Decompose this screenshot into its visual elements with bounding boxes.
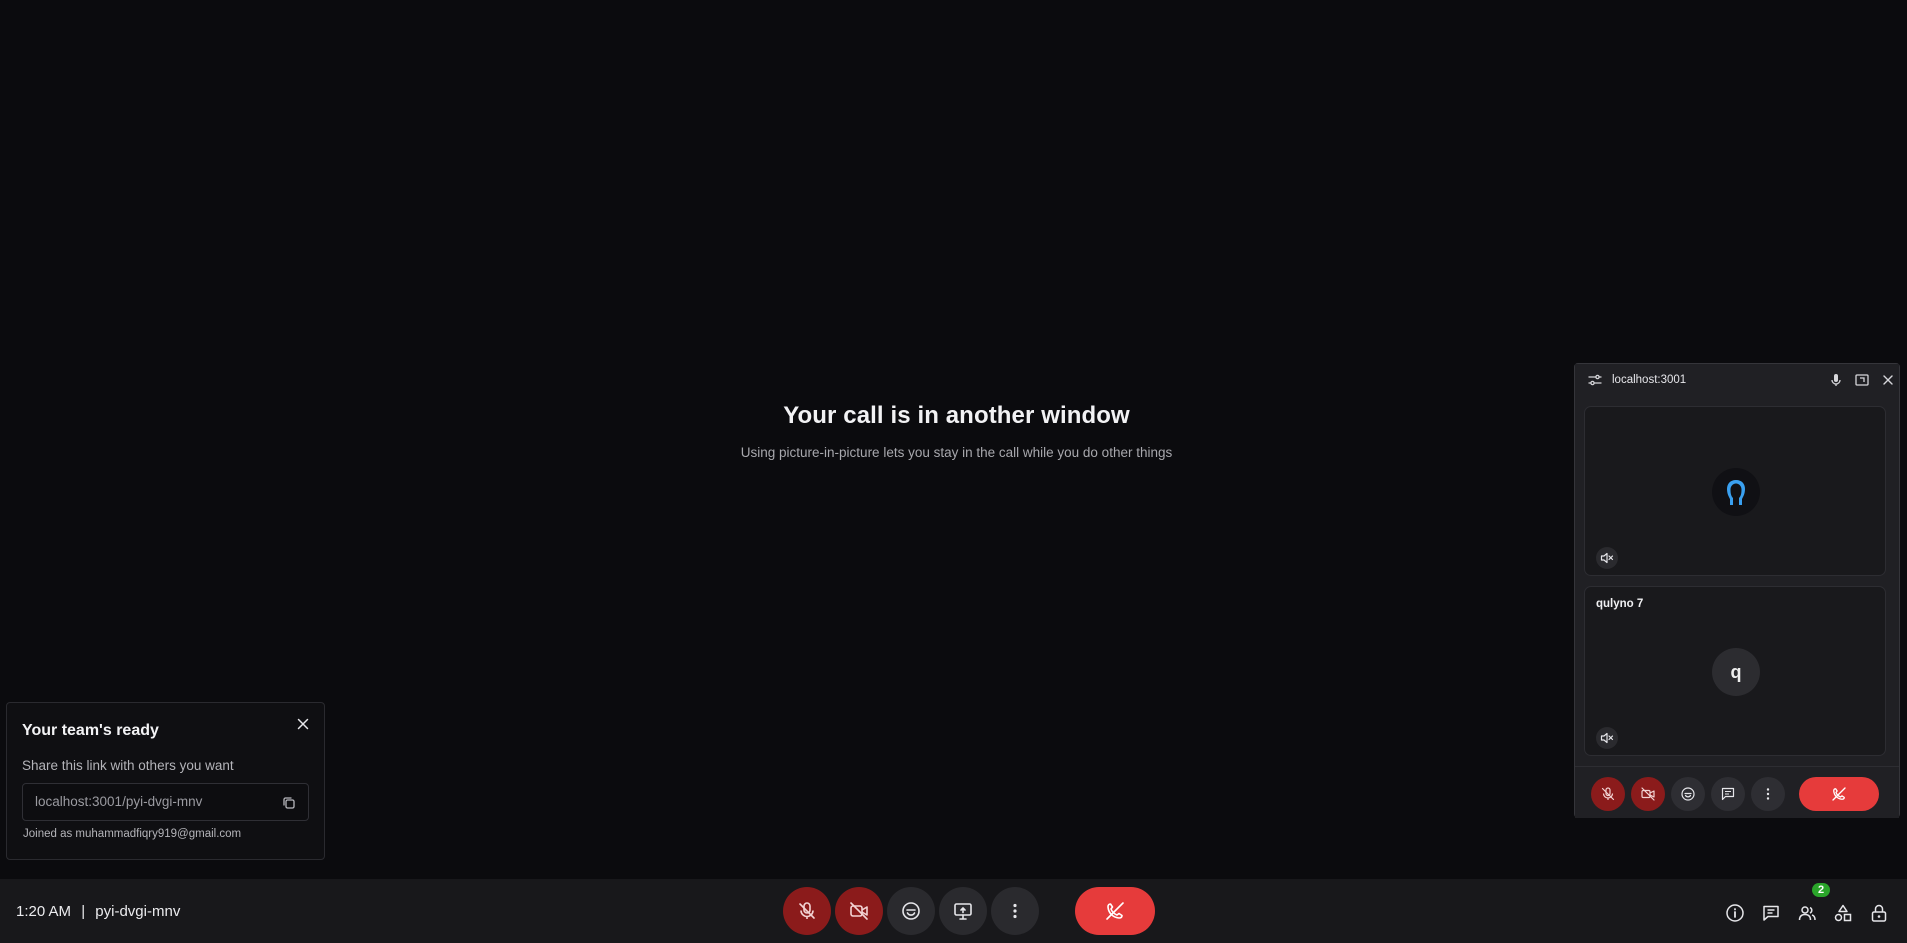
reactions-button[interactable]	[887, 887, 935, 935]
present-screen-icon	[954, 903, 972, 920]
user-avatar-icon	[1727, 480, 1745, 505]
more-options-button[interactable]	[991, 887, 1039, 935]
mic-off-icon	[799, 902, 815, 919]
info-icon[interactable]	[1725, 903, 1745, 923]
mic-toggle-button[interactable]	[783, 887, 831, 935]
pip-reactions-button[interactable]	[1671, 777, 1705, 811]
participants-count-badge: 2	[1812, 883, 1830, 897]
meeting-link-field[interactable]: localhost:3001/pyi-dvgi-mnv	[22, 783, 309, 821]
lock-icon[interactable]	[1869, 903, 1889, 923]
leave-call-button[interactable]	[1075, 887, 1155, 935]
pip-chat-button[interactable]	[1711, 777, 1745, 811]
joined-as-text: Joined as muhammadfiqry919@gmail.com	[23, 828, 242, 840]
close-icon[interactable]	[294, 715, 312, 733]
meeting-link-text: localhost:3001/pyi-dvgi-mnv	[35, 794, 203, 809]
muted-audio-button[interactable]	[1596, 727, 1618, 749]
site-settings-icon[interactable]	[1587, 372, 1603, 388]
pip-mic-toggle-button[interactable]	[1591, 777, 1625, 811]
current-time: 1:20 AM	[16, 903, 72, 920]
emoji-icon	[1681, 787, 1695, 801]
avatar: q	[1712, 648, 1760, 696]
participant-tile	[1584, 406, 1886, 576]
info-separator: |	[81, 903, 86, 920]
volume-off-icon	[1600, 552, 1614, 564]
team-ready-title: Your team's ready	[22, 722, 159, 739]
chat-icon	[1721, 787, 1735, 801]
pip-camera-toggle-button[interactable]	[1631, 777, 1665, 811]
copy-icon[interactable]	[280, 794, 298, 812]
emoji-icon	[902, 902, 920, 920]
pip-controls	[1575, 766, 1899, 818]
pip-leave-call-button[interactable]	[1799, 777, 1879, 811]
camera-off-icon	[1641, 787, 1655, 801]
meeting-screen: Your call is in another window Using pic…	[0, 0, 1907, 943]
activities-icon[interactable]	[1833, 903, 1853, 923]
pip-title: localhost:3001	[1612, 374, 1687, 386]
chat-icon[interactable]	[1761, 903, 1781, 923]
pip-more-options-button[interactable]	[1751, 777, 1785, 811]
volume-off-icon	[1600, 732, 1614, 744]
call-controls	[783, 887, 1155, 935]
meeting-info: 1:20 AM | pyi-dvgi-mnv	[16, 903, 180, 920]
meeting-code: pyi-dvgi-mnv	[95, 903, 181, 920]
end-call-icon	[1106, 902, 1124, 920]
participant-name: qulyno 7	[1596, 598, 1644, 610]
people-icon[interactable]	[1797, 903, 1817, 923]
mic-off-icon	[1601, 787, 1615, 801]
end-call-icon	[1832, 787, 1846, 801]
pip-titlebar: localhost:3001	[1575, 364, 1899, 396]
mic-icon[interactable]	[1828, 372, 1844, 388]
team-ready-card: Your team's ready Share this link with o…	[6, 702, 325, 860]
pip-window: localhost:3001 qulyno 7 q	[1574, 363, 1900, 818]
more-vert-icon	[1766, 788, 1770, 800]
camera-toggle-button[interactable]	[835, 887, 883, 935]
avatar	[1712, 468, 1760, 516]
participant-tile: qulyno 7 q	[1584, 586, 1886, 756]
more-vert-icon	[1013, 903, 1017, 919]
present-screen-button[interactable]	[939, 887, 987, 935]
close-icon[interactable]	[1880, 372, 1896, 388]
bottom-control-bar: 1:20 AM | pyi-dvgi-mnv 2	[0, 879, 1907, 943]
back-to-tab-icon[interactable]	[1854, 372, 1870, 388]
muted-audio-button[interactable]	[1596, 547, 1618, 569]
share-description: Share this link with others you want	[22, 758, 234, 773]
camera-off-icon	[850, 902, 868, 920]
